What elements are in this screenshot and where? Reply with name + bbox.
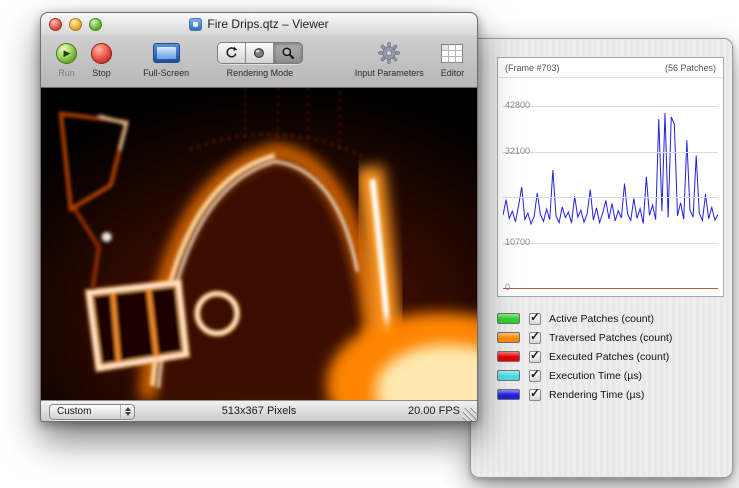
status-bar: Custom 513x367 Pixels 20.00 FPS: [41, 400, 477, 422]
profiler-plot: 4280032100107000: [503, 80, 718, 288]
document-icon: [189, 18, 202, 31]
checkmark-icon: ✓: [530, 310, 540, 324]
legend-label: Rendering Time (µs): [549, 389, 644, 401]
patch-counter: (56 Patches): [665, 63, 716, 73]
window-title: Fire Drips.qtz – Viewer: [207, 17, 328, 31]
stop-label: Stop: [92, 68, 111, 78]
legend-checkbox[interactable]: ✓: [529, 351, 541, 363]
x-axis-line: [503, 288, 718, 289]
play-triangle-icon: ▶: [64, 49, 71, 58]
toolbar: ▶ Run Stop Full-Screen: [41, 35, 477, 87]
gear-icon: [377, 41, 401, 65]
checkmark-icon: ✓: [530, 386, 540, 400]
run-label: Run: [58, 68, 75, 78]
editor-label: Editor: [441, 68, 465, 78]
rendering-mode-control: Rendering Mode: [211, 38, 308, 78]
legend-label: Active Patches (count): [549, 313, 654, 325]
run-icon: ▶: [56, 38, 77, 68]
legend-label: Execution Time (µs): [549, 370, 642, 382]
profiler-panel: (Frame #703) (56 Patches) 42800 32100 1070…: [470, 38, 733, 478]
sphere-icon: [252, 46, 266, 60]
input-parameters-button[interactable]: Input Parameters: [343, 38, 436, 78]
viewer-window: Fire Drips.qtz – Viewer ▶ Run Stop: [40, 12, 478, 422]
circular-arrow-icon: [224, 46, 238, 60]
legend-row: ✓ Executed Patches (count): [497, 347, 725, 366]
fullscreen-button[interactable]: Full-Screen: [135, 38, 197, 78]
profiler-plot-svg: [503, 80, 718, 288]
rendering-mode-segment-shaded[interactable]: [246, 43, 274, 63]
legend-checkbox[interactable]: ✓: [529, 313, 541, 325]
stop-button[interactable]: Stop: [84, 38, 119, 78]
profiler-chart-header: (Frame #703) (56 Patches): [498, 58, 723, 78]
legend-checkbox[interactable]: ✓: [529, 332, 541, 344]
legend-color-swatch: [497, 313, 520, 324]
viewer-canvas: [41, 88, 477, 400]
gridline: [503, 152, 718, 153]
y-tick-label: 10700: [505, 237, 530, 247]
titlebar[interactable]: Fire Drips.qtz – Viewer: [41, 13, 477, 35]
y-tick-label: 0: [505, 282, 510, 292]
rendering-mode-label: Rendering Mode: [227, 68, 294, 78]
fullscreen-label: Full-Screen: [143, 68, 189, 78]
legend-color-swatch: [497, 389, 520, 400]
legend-label: Traversed Patches (count): [549, 332, 672, 344]
window-chrome: Fire Drips.qtz – Viewer ▶ Run Stop: [41, 13, 477, 88]
input-parameters-label: Input Parameters: [355, 68, 424, 78]
checkmark-icon: ✓: [530, 329, 540, 343]
rendering-mode-segmented-control: [217, 42, 303, 64]
rendering-mode-segment-zoom[interactable]: [274, 43, 302, 63]
legend-checkbox[interactable]: ✓: [529, 370, 541, 382]
legend: ✓ Active Patches (count) ✓ Traversed Pat…: [497, 309, 725, 404]
editor-button[interactable]: Editor: [436, 38, 469, 78]
stop-icon: [91, 38, 112, 68]
legend-row: ✓ Active Patches (count): [497, 309, 725, 328]
rendering-time-line: [503, 113, 718, 224]
legend-row: ✓ Rendering Time (µs): [497, 385, 725, 404]
y-tick-label: 32100: [505, 146, 530, 156]
fps-indicator: 20.00 FPS: [408, 401, 460, 422]
legend-color-swatch: [497, 332, 520, 343]
gridline: [503, 106, 718, 107]
legend-row: ✓ Execution Time (µs): [497, 366, 725, 385]
legend-checkbox[interactable]: ✓: [529, 389, 541, 401]
legend-color-swatch: [497, 351, 520, 362]
fullscreen-icon: [153, 38, 180, 68]
y-tick-label: 42800: [505, 101, 530, 111]
title-group: Fire Drips.qtz – Viewer: [41, 13, 477, 35]
checkmark-icon: ✓: [530, 367, 540, 381]
frame-counter: (Frame #703): [505, 63, 560, 73]
profiler-chart: (Frame #703) (56 Patches) 42800 32100 1070…: [497, 57, 724, 297]
legend-label: Executed Patches (count): [549, 351, 669, 363]
legend-row: ✓ Traversed Patches (count): [497, 328, 725, 347]
fire-composition-render: [41, 88, 477, 400]
gridline: [503, 243, 718, 244]
editor-grid-icon: [441, 44, 463, 63]
legend-color-swatch: [497, 370, 520, 381]
gridline: [503, 197, 718, 198]
resize-grip[interactable]: [463, 408, 476, 421]
rendering-mode-segment-refresh[interactable]: [218, 43, 246, 63]
magnifier-icon: [281, 46, 295, 60]
checkmark-icon: ✓: [530, 348, 540, 362]
run-button[interactable]: ▶ Run: [49, 38, 84, 78]
